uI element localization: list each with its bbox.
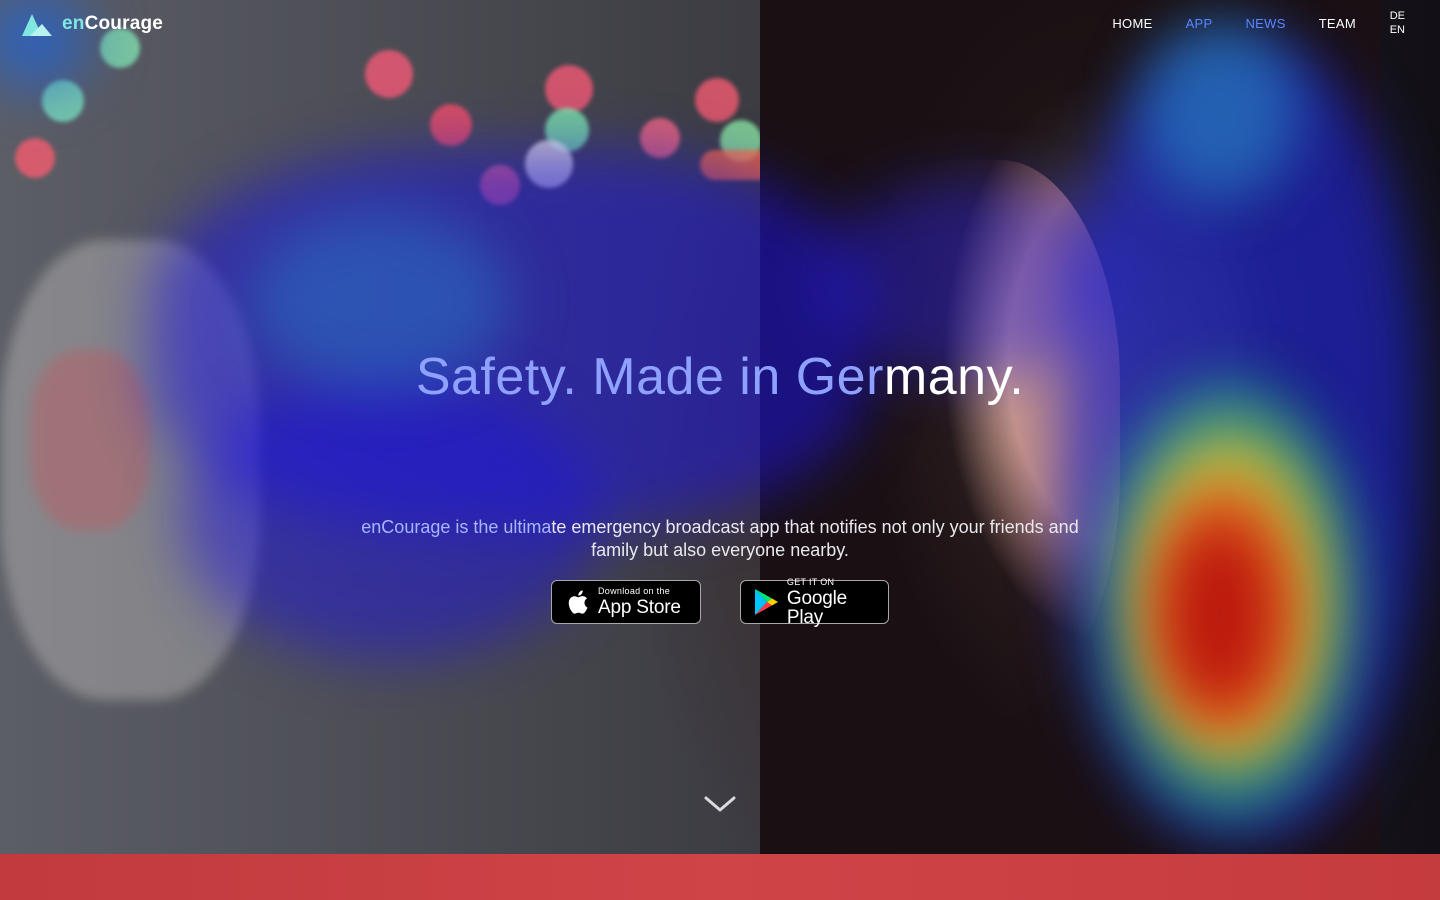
google-play-icon bbox=[751, 587, 781, 617]
nav-news[interactable]: NEWS bbox=[1245, 16, 1285, 31]
hero-headline: Safety. Made in Germany. bbox=[415, 347, 1025, 406]
brand-logo[interactable]: enCourage bbox=[20, 10, 163, 38]
app-store-small-label: Download on the bbox=[598, 586, 671, 596]
chevron-down-icon[interactable] bbox=[703, 794, 737, 814]
app-store-label: App Store bbox=[598, 597, 681, 618]
app-store-badge[interactable]: Download on the App Store bbox=[551, 580, 701, 624]
hero-subtext: enCourage is the ultimate emergency broa… bbox=[361, 517, 1079, 560]
google-play-small-label: GET IT ON bbox=[786, 576, 835, 587]
main-nav: HOME APP NEWS TEAM bbox=[1112, 16, 1356, 31]
section-divider-bar bbox=[0, 854, 1440, 900]
google-play-label: Google Play bbox=[786, 587, 847, 628]
lang-de[interactable]: DE bbox=[1390, 9, 1405, 23]
nav-team[interactable]: TEAM bbox=[1319, 16, 1356, 31]
language-switcher: DE EN bbox=[1390, 9, 1405, 37]
nav-home[interactable]: HOME bbox=[1112, 16, 1152, 31]
apple-icon bbox=[562, 587, 592, 617]
hero-background bbox=[0, 0, 1440, 854]
nav-app[interactable]: APP bbox=[1186, 16, 1213, 31]
google-play-badge[interactable]: GET IT ON Google Play bbox=[740, 576, 889, 628]
encourage-logo-icon bbox=[22, 14, 52, 36]
brand-name: enCourage bbox=[62, 13, 164, 34]
lang-en[interactable]: EN bbox=[1390, 23, 1405, 37]
